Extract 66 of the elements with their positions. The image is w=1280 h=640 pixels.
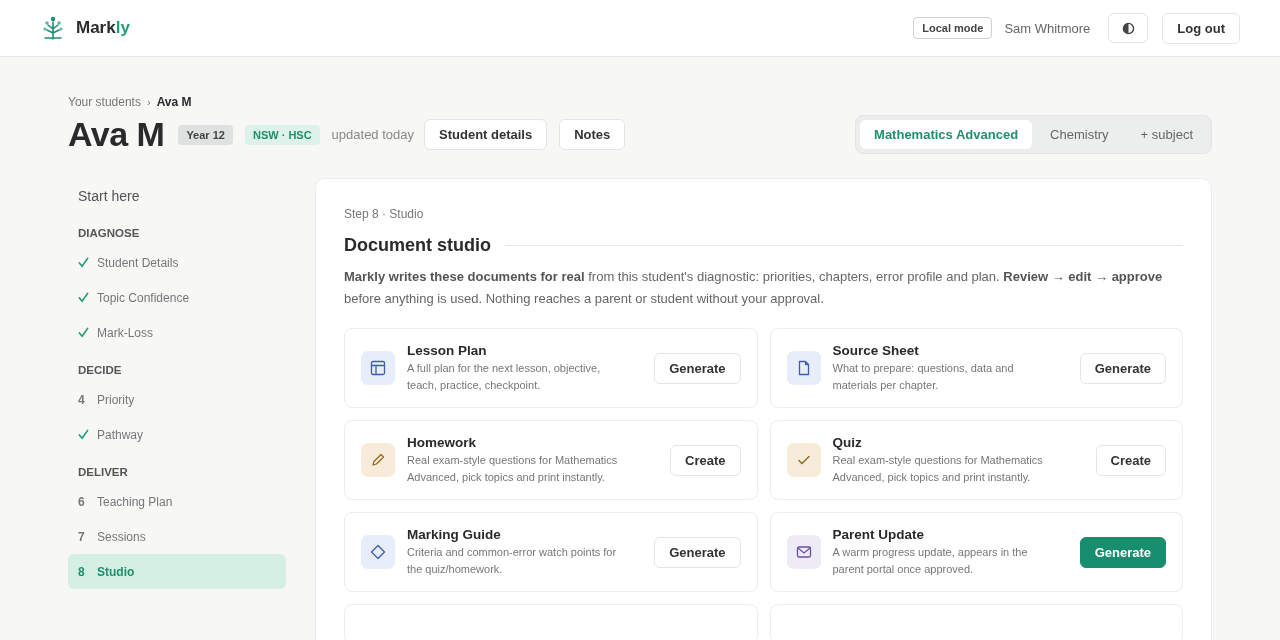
theme-toggle-button[interactable] — [1108, 13, 1149, 43]
layout-icon — [370, 360, 386, 376]
document-title: Parent Update — [832, 526, 926, 542]
document-action-button[interactable]: Create — [670, 444, 741, 476]
document-title: Quiz — [832, 434, 863, 450]
student-tag: NSW · HSC — [244, 124, 320, 145]
subject-tab[interactable]: Mathematics Advanced — [860, 120, 1033, 149]
student-tag: Year 12 — [178, 124, 233, 145]
logout-button[interactable]: Log out — [1162, 12, 1240, 44]
document-description: A warm progress update, appears in the parent portal once approved. — [832, 544, 1029, 577]
student-name: Ava M — [68, 115, 165, 154]
sidebar-item[interactable]: Mark-Loss — [68, 315, 286, 350]
step-number: 7 — [78, 529, 86, 544]
sidebar-section-heading: DIAGNOSE — [77, 226, 141, 241]
sidebar-item[interactable]: 7 Sessions — [68, 519, 286, 554]
brand-name[interactable]: Markly — [76, 18, 130, 38]
step-label: Pathway — [97, 427, 144, 442]
step-label: Studio — [97, 564, 135, 579]
sidebar-section-heading: DECIDE — [77, 363, 123, 378]
step-label: Sessions — [97, 529, 146, 544]
step-number: 8 — [78, 564, 86, 579]
section-title: Document studio — [344, 235, 491, 256]
sidebar-item[interactable]: 8 Studio — [68, 554, 286, 589]
step-label: Student Details — [97, 255, 179, 270]
document-action-button[interactable]: Generate — [1079, 536, 1166, 568]
document-title: Source Sheet — [832, 342, 920, 358]
updated-text: updated today — [331, 127, 414, 142]
step-label: Step 8 · Studio — [344, 207, 425, 221]
document-action-button[interactable]: Generate — [654, 352, 741, 384]
intro-paragraph: Markly writes these documents for real from this student's diagnostic: priorities, chapters, error profile and plan. Review → edit → approve before anything is used. Nothing reaches a parent or student without your approval. — [344, 268, 1164, 308]
subject-tab[interactable]: Chemistry — [1036, 120, 1123, 149]
document-action-button[interactable]: Generate — [654, 536, 741, 568]
document-description: Criteria and common-error watch points for the quiz/homework. — [407, 544, 618, 577]
document-action-button[interactable]: Generate — [1079, 352, 1166, 384]
contrast-icon — [1121, 21, 1135, 35]
document-action-button[interactable]: Create — [1095, 444, 1166, 476]
sidebar-item[interactable]: 6 Teaching Plan — [68, 484, 286, 519]
document-description: Real exam-style questions for Mathematics Advanced, pick topics and print instantly. — [407, 452, 619, 485]
subject-tab[interactable]: + subject — [1126, 120, 1207, 149]
sidebar-item[interactable]: Start here — [68, 178, 286, 213]
step-label: Mark-Loss — [97, 325, 153, 340]
document-title: Marking Guide — [407, 526, 502, 542]
sidebar-item[interactable]: 4 Priority — [68, 382, 286, 417]
breadcrumb-link[interactable]: Your students — [68, 95, 141, 109]
diamond-icon — [370, 544, 386, 560]
user-name: Sam Whitmore — [1004, 20, 1091, 36]
breadcrumb-separator: › — [146, 96, 151, 108]
step-label: Teaching Plan — [97, 494, 173, 509]
sidebar-item[interactable]: Student Details — [68, 245, 286, 280]
sidebar-item[interactable]: Pathway — [68, 417, 286, 452]
student-action-button[interactable]: Student details — [424, 119, 548, 150]
step-number: 6 — [78, 494, 86, 509]
step-label: Priority — [97, 392, 135, 407]
document-description: Real exam-style questions for Mathematics Advanced, pick topics and print instantly. — [832, 452, 1044, 485]
sidebar-item[interactable]: Topic Confidence — [68, 280, 286, 315]
pencil-icon — [370, 452, 386, 468]
document-title: Lesson Plan — [407, 342, 488, 358]
mode-badge: Local mode — [913, 17, 993, 39]
document-title: Homework — [407, 434, 478, 450]
student-action-button[interactable]: Notes — [559, 119, 626, 150]
mail-icon — [795, 544, 812, 560]
document-description: A full plan for the next lesson, objective, teach, practice, checkpoint. — [407, 360, 602, 393]
step-label: Topic Confidence — [97, 290, 190, 305]
document-description: What to prepare: questions, data and materials per chapter. — [832, 360, 1015, 393]
sidebar-section-heading: DELIVER — [77, 465, 129, 480]
step-number: 4 — [78, 392, 86, 407]
